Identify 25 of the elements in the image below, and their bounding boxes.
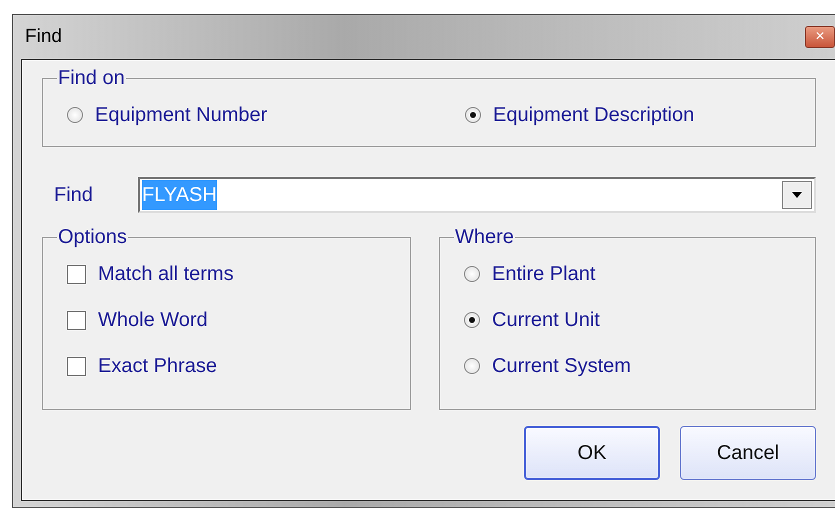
radio-button[interactable]: [67, 107, 83, 123]
option-label: Equipment Number: [95, 103, 268, 128]
options-title: Options: [57, 227, 128, 247]
radio-button[interactable]: [464, 266, 480, 282]
find-on-title: Find on: [57, 68, 126, 88]
find-label: Find: [54, 183, 94, 208]
checkbox[interactable]: [67, 310, 86, 330]
option-label: Match all terms: [98, 262, 234, 287]
dialog-button[interactable]: OK: [524, 426, 660, 480]
option-label: Whole Word: [98, 308, 208, 333]
dialog-button[interactable]: Cancel: [680, 426, 816, 480]
radio-button[interactable]: [465, 107, 481, 123]
radio-button[interactable]: [464, 312, 480, 328]
caret-icon: [792, 192, 802, 198]
option-label: Equipment Description: [493, 103, 694, 128]
window-title: Find: [25, 24, 62, 49]
dropdown-button[interactable]: [782, 181, 812, 209]
option-label: Current Unit: [492, 308, 600, 333]
radio-button[interactable]: [464, 358, 480, 374]
option-label: Exact Phrase: [98, 354, 217, 379]
checkbox[interactable]: [67, 264, 86, 284]
option-label: Entire Plant: [492, 262, 596, 287]
option-label: Current System: [492, 354, 631, 379]
where-title: Where: [454, 227, 515, 247]
checkbox[interactable]: [67, 356, 86, 376]
